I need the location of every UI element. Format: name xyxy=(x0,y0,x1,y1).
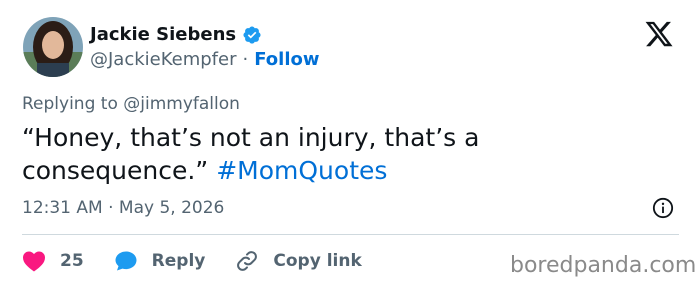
info-icon[interactable] xyxy=(652,197,674,219)
reply-label: Reply xyxy=(151,251,206,271)
author-name[interactable]: Jackie Siebens xyxy=(90,24,236,45)
author-handle[interactable]: @JackieKempfer xyxy=(90,49,237,70)
reply-mention-link[interactable]: @jimmyfallon xyxy=(123,94,240,114)
verified-badge-icon xyxy=(242,25,262,45)
author-name-row: Jackie Siebens xyxy=(90,24,262,45)
divider xyxy=(22,234,679,235)
author-handle-row: @JackieKempfer · Follow xyxy=(90,49,320,70)
reply-bubble-icon xyxy=(115,251,137,271)
tweet-date: May 5, 2026 xyxy=(118,198,225,218)
x-logo-icon[interactable] xyxy=(643,19,675,49)
handle-separator: · xyxy=(242,49,249,70)
reply-context: Replying to @jimmyfallon xyxy=(22,94,240,114)
follow-button[interactable]: Follow xyxy=(254,49,319,70)
tweet-time: 12:31 AM xyxy=(22,198,103,218)
reply-prefix: Replying to xyxy=(22,94,118,114)
avatar[interactable] xyxy=(23,17,83,77)
like-count: 25 xyxy=(60,251,84,271)
watermark: boredpanda.com xyxy=(510,253,697,278)
avatar-image xyxy=(23,17,83,77)
copy-link-label: Copy link xyxy=(273,251,362,271)
tweet-text: “Honey, that’s not an injury, that’s a c… xyxy=(22,121,662,187)
tweet-timestamp[interactable]: 12:31 AM · May 5, 2026 xyxy=(22,198,224,218)
heart-icon xyxy=(23,251,45,272)
reply-button[interactable]: Reply xyxy=(114,249,206,273)
hashtag-link[interactable]: #MomQuotes xyxy=(216,156,387,185)
link-icon xyxy=(237,251,258,271)
copy-link-button[interactable]: Copy link xyxy=(235,249,362,273)
like-button[interactable]: 25 xyxy=(22,250,84,272)
action-bar: 25 Reply Copy link xyxy=(22,248,392,274)
timestamp-separator: · xyxy=(108,198,114,218)
